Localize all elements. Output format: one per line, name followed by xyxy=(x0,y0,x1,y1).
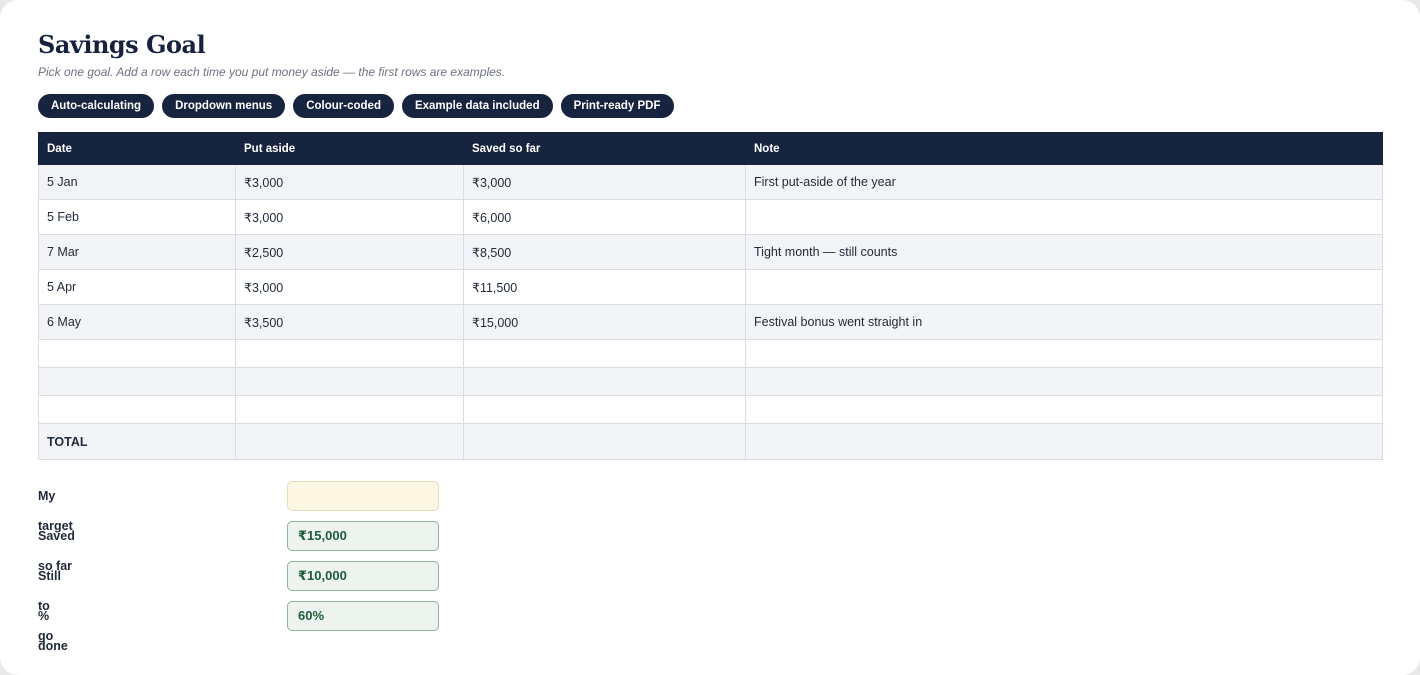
cell-note[interactable] xyxy=(745,269,1383,305)
cell-put-aside[interactable]: ₹3,000 xyxy=(235,199,464,235)
total-put-aside xyxy=(235,423,464,460)
cell-note[interactable]: First put-aside of the year xyxy=(745,164,1383,200)
empty-row xyxy=(38,339,1383,368)
cell-date[interactable] xyxy=(38,339,236,368)
table-row: 5 Feb ₹3,000 ₹6,000 xyxy=(38,199,1383,235)
cell-put-aside[interactable] xyxy=(235,395,464,424)
remaining-value: ₹10,000 xyxy=(287,561,439,591)
cell-date[interactable]: 5 Feb xyxy=(38,199,236,235)
total-saved xyxy=(463,423,746,460)
cell-note[interactable]: Tight month — still counts xyxy=(745,234,1383,270)
cell-saved-so-far: ₹6,000 xyxy=(463,199,746,235)
table-row: 6 May ₹3,500 ₹15,000 Festival bonus went… xyxy=(38,304,1383,340)
table-row: 5 Jan ₹3,000 ₹3,000 First put-aside of t… xyxy=(38,164,1383,200)
total-row: TOTAL xyxy=(38,423,1383,460)
cell-saved-so-far xyxy=(463,339,746,368)
cell-saved-so-far: ₹15,000 xyxy=(463,304,746,340)
page-title: Savings Goal xyxy=(38,30,206,59)
total-note xyxy=(745,423,1383,460)
savings-goal-sheet: Savings Goal Pick one goal. Add a row ea… xyxy=(0,0,1420,675)
header-put-aside: Put aside xyxy=(235,132,464,165)
cell-date[interactable]: 6 May xyxy=(38,304,236,340)
cell-date[interactable] xyxy=(38,367,236,396)
empty-row xyxy=(38,367,1383,396)
cell-saved-so-far: ₹8,500 xyxy=(463,234,746,270)
cell-note[interactable] xyxy=(745,339,1383,368)
table-header-row: Date Put aside Saved so far Note xyxy=(38,132,1383,165)
cell-put-aside[interactable] xyxy=(235,367,464,396)
cell-date[interactable] xyxy=(38,395,236,424)
cell-date[interactable]: 5 Apr xyxy=(38,269,236,305)
feature-tags: Auto-calculating Dropdown menus Colour-c… xyxy=(38,94,674,118)
cell-put-aside[interactable]: ₹3,000 xyxy=(235,164,464,200)
cell-saved-so-far: ₹3,000 xyxy=(463,164,746,200)
cell-note[interactable] xyxy=(745,395,1383,424)
page-subtitle: Pick one goal. Add a row each time you p… xyxy=(38,65,506,79)
cell-put-aside[interactable]: ₹2,500 xyxy=(235,234,464,270)
cell-note[interactable] xyxy=(745,199,1383,235)
saved-value: ₹15,000 xyxy=(287,521,439,551)
percent-label: % done xyxy=(38,609,68,653)
cell-put-aside[interactable] xyxy=(235,339,464,368)
tag-colour-coded: Colour-coded xyxy=(293,94,394,118)
cell-date[interactable]: 5 Jan xyxy=(38,164,236,200)
header-saved-so-far: Saved so far xyxy=(463,132,746,165)
cell-date[interactable]: 7 Mar xyxy=(38,234,236,270)
cell-note[interactable] xyxy=(745,367,1383,396)
savings-log-table: Date Put aside Saved so far Note 5 Jan ₹… xyxy=(38,132,1383,460)
tag-print-ready-pdf: Print-ready PDF xyxy=(560,94,674,118)
tag-example-data: Example data included xyxy=(401,94,553,118)
header-date: Date xyxy=(38,132,236,165)
tag-dropdown-menus: Dropdown menus xyxy=(162,94,286,118)
table-row: 5 Apr ₹3,000 ₹11,500 xyxy=(38,269,1383,305)
cell-note[interactable]: Festival bonus went straight in xyxy=(745,304,1383,340)
cell-saved-so-far xyxy=(463,367,746,396)
percent-value: 60% xyxy=(287,601,439,631)
table-row: 7 Mar ₹2,500 ₹8,500 Tight month — still … xyxy=(38,234,1383,270)
cell-put-aside[interactable]: ₹3,000 xyxy=(235,269,464,305)
tag-auto-calculating: Auto-calculating xyxy=(38,94,155,118)
total-label: TOTAL xyxy=(38,423,236,460)
cell-saved-so-far xyxy=(463,395,746,424)
cell-saved-so-far: ₹11,500 xyxy=(463,269,746,305)
header-note: Note xyxy=(745,132,1383,165)
target-input[interactable] xyxy=(287,481,439,511)
empty-row xyxy=(38,395,1383,424)
cell-put-aside[interactable]: ₹3,500 xyxy=(235,304,464,340)
